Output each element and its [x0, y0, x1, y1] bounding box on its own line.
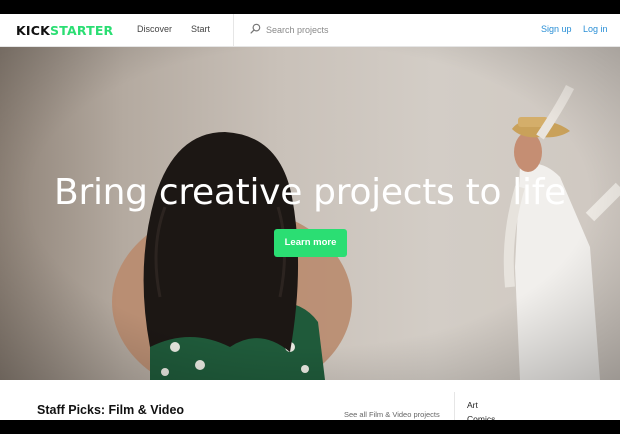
search-input[interactable]	[266, 22, 436, 37]
top-letterbox	[0, 0, 620, 14]
nav-start[interactable]: Start	[191, 24, 210, 34]
search-icon[interactable]	[250, 23, 261, 34]
sidebar-divider	[454, 392, 455, 420]
hero-banner: Bring creative projects to life Learn mo…	[0, 47, 620, 380]
hero-photo	[0, 47, 620, 380]
signup-link[interactable]: Sign up	[541, 24, 572, 34]
header-divider	[233, 14, 234, 47]
logo-kick: KICK	[16, 23, 50, 38]
bottom-letterbox	[0, 420, 620, 434]
section-title: Staff Picks: Film & Video	[37, 403, 185, 417]
nav-discover[interactable]: Discover	[137, 24, 172, 34]
category-art[interactable]: Art	[467, 400, 478, 410]
kickstarter-logo[interactable]: KICKSTARTER	[16, 23, 113, 38]
hero-title: Bring creative projects to life	[54, 172, 566, 213]
staff-picks-section: Staff Picks: Film & Video See all Film &…	[0, 380, 620, 424]
logo-starter: STARTER	[50, 23, 114, 38]
learn-more-button[interactable]: Learn more	[274, 229, 347, 257]
site-header: KICKSTARTER Discover Start Sign up Log i…	[0, 14, 620, 47]
login-link[interactable]: Log in	[583, 24, 608, 34]
see-all-link[interactable]: See all Film & Video projects	[344, 410, 440, 419]
